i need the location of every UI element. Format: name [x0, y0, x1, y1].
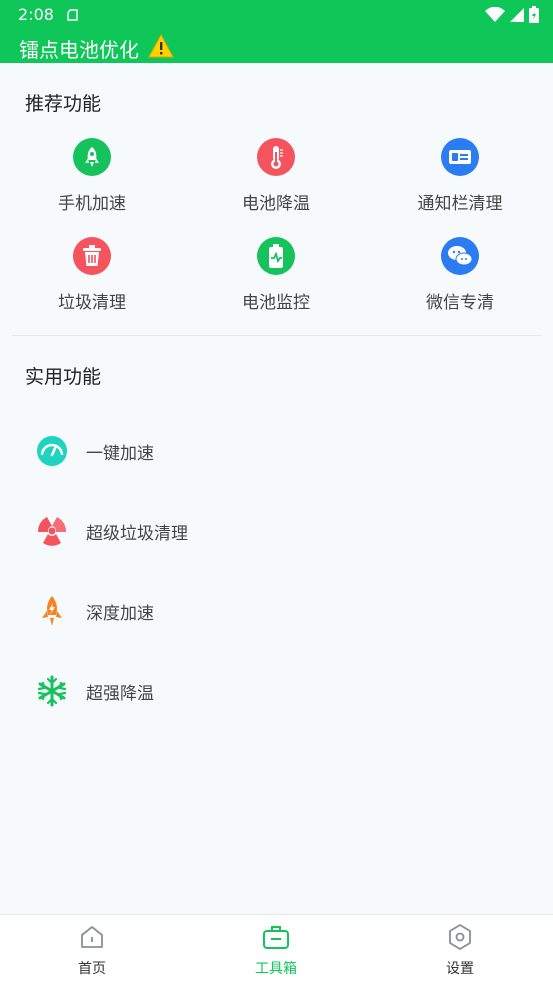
feature-label: 电池降温 — [242, 194, 310, 214]
utility-label: 一键加速 — [86, 443, 154, 464]
snowflake-icon — [35, 674, 69, 708]
tab-label: 设置 — [446, 961, 474, 977]
thermometer-icon — [257, 138, 295, 176]
status-icons — [485, 6, 539, 23]
status-bar: 2:08 — [0, 0, 553, 30]
tab-label: 工具箱 — [255, 961, 297, 977]
utility-one-key-boost[interactable]: 一键加速 — [35, 431, 154, 471]
notification-card-icon — [441, 138, 479, 176]
signal-icon — [510, 7, 524, 22]
tab-home[interactable]: 首页 — [0, 923, 184, 978]
feature-junk-clean[interactable]: 垃圾清理 — [0, 237, 184, 313]
utility-label: 深度加速 — [86, 603, 154, 624]
battery-monitor-icon — [257, 237, 295, 275]
feature-battery-monitor[interactable]: 电池监控 — [184, 237, 368, 313]
toolbox-icon — [184, 923, 368, 951]
speedometer-icon — [35, 434, 69, 468]
radiation-icon — [35, 514, 69, 548]
feature-phone-boost[interactable]: 手机加速 — [0, 138, 184, 214]
wifi-icon — [485, 6, 505, 22]
utility-section-title: 实用功能 — [25, 366, 102, 388]
feature-label: 通知栏清理 — [417, 194, 503, 214]
feature-label: 微信专清 — [426, 293, 494, 313]
warning-icon[interactable] — [148, 33, 174, 62]
feature-label: 电池监控 — [242, 293, 310, 313]
utility-super-junk-clean[interactable]: 超级垃圾清理 — [35, 511, 188, 551]
tab-label: 首页 — [78, 961, 106, 977]
feature-wechat-clean[interactable]: 微信专清 — [368, 237, 552, 313]
utility-label: 超强降温 — [86, 683, 154, 704]
home-icon — [0, 923, 184, 951]
app-bar: 镭点电池优化 — [0, 30, 553, 63]
tab-toolbox[interactable]: 工具箱 — [184, 923, 368, 978]
feature-battery-cooling[interactable]: 电池降温 — [184, 138, 368, 214]
sd-card-icon — [66, 7, 80, 26]
battery-icon — [529, 6, 539, 23]
feature-label: 手机加速 — [58, 194, 126, 214]
trash-icon — [73, 237, 111, 275]
rocket-icon — [73, 138, 111, 176]
tab-settings[interactable]: 设置 — [368, 923, 552, 978]
app-title: 镭点电池优化 — [19, 38, 139, 62]
wechat-icon — [441, 237, 479, 275]
feature-label: 垃圾清理 — [58, 293, 126, 313]
utility-deep-boost[interactable]: 深度加速 — [35, 591, 154, 631]
feature-notification-clean[interactable]: 通知栏清理 — [368, 138, 552, 214]
utility-label: 超级垃圾清理 — [86, 523, 188, 544]
bottom-tab-bar: 首页 工具箱 设置 — [0, 914, 553, 984]
utility-super-cooling[interactable]: 超强降温 — [35, 671, 154, 711]
section-divider — [12, 335, 541, 336]
status-time: 2:08 — [18, 5, 54, 24]
settings-hexagon-icon — [368, 923, 552, 951]
flame-rocket-icon — [35, 594, 69, 628]
recommended-section-title: 推荐功能 — [25, 93, 102, 115]
